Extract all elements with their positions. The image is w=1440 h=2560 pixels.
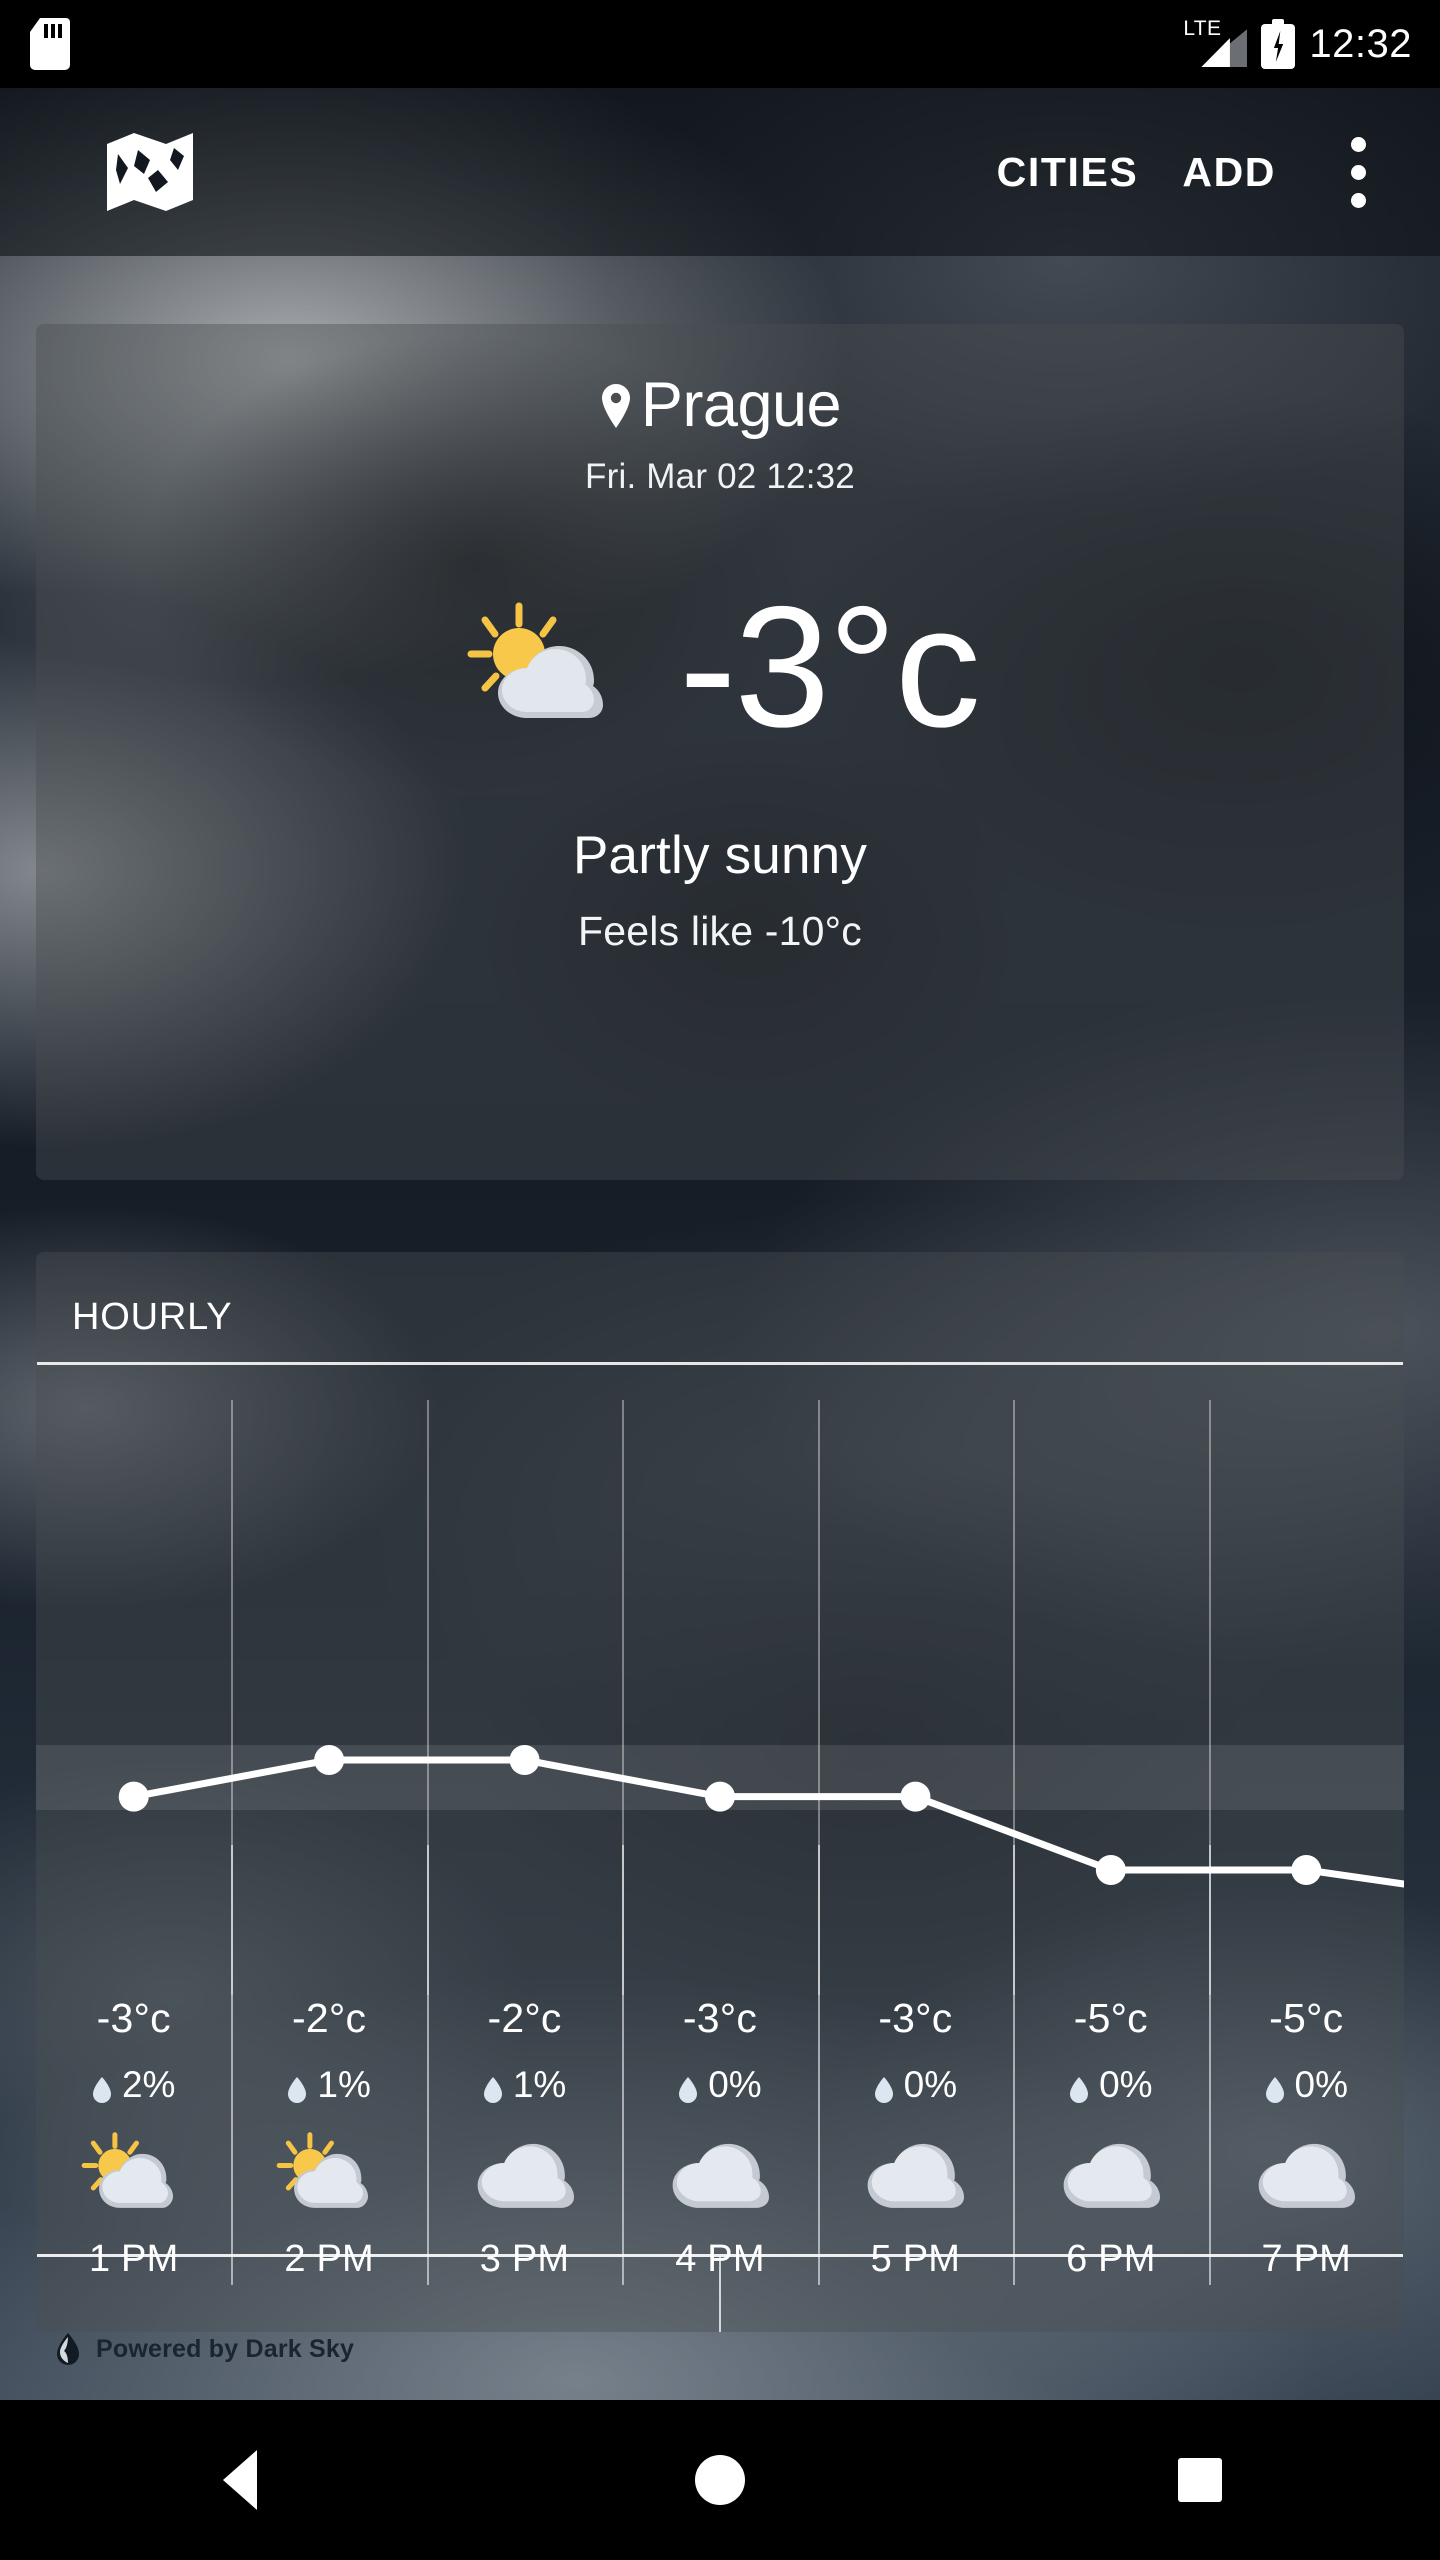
app-root: LTE 12:32 CITIES ADD: [0, 0, 1440, 2560]
hourly-temperature: -2°c: [292, 1995, 366, 2042]
hourly-temperature: -3°c: [97, 1995, 171, 2042]
status-bar: LTE 12:32: [0, 0, 1440, 88]
chart-point: [314, 1745, 344, 1775]
current-datetime: Fri. Mar 02 12:32: [36, 457, 1404, 497]
cloudy-icon: [666, 2130, 774, 2216]
current-temp-row: -3°c: [36, 581, 1404, 753]
status-bar-clock: 12:32: [1309, 22, 1412, 67]
home-circle-icon[interactable]: [645, 2400, 795, 2560]
water-drop-icon: [1069, 2071, 1089, 2099]
navigation-bar: [0, 2400, 1440, 2560]
chart-point: [119, 1782, 149, 1812]
chart-point: [900, 1782, 930, 1812]
hourly-precipitation-value: 0%: [904, 2064, 957, 2106]
battery-charging-icon: [1261, 19, 1295, 69]
current-description: Partly sunny: [36, 825, 1404, 886]
chart-point: [1291, 1855, 1321, 1885]
hourly-card-footer: [37, 2254, 1403, 2332]
city-name: Prague: [641, 374, 841, 437]
dark-sky-drop-icon: [54, 2332, 82, 2366]
city-row: Prague: [36, 324, 1404, 437]
water-drop-icon: [678, 2071, 698, 2099]
water-drop-icon: [287, 2071, 307, 2099]
footer-cell-right[interactable]: [719, 2257, 1403, 2332]
attribution[interactable]: Powered by Dark Sky: [54, 2332, 354, 2366]
hourly-column[interactable]: -3°c 0% 5 PM: [818, 1995, 1013, 2285]
cloudy-icon: [861, 2130, 969, 2216]
hourly-temperature: -5°c: [1074, 1995, 1148, 2042]
hourly-precipitation-value: 0%: [708, 2064, 761, 2106]
hourly-precipitation: 1%: [287, 2064, 370, 2106]
attribution-text: Powered by Dark Sky: [96, 2335, 354, 2364]
water-drop-icon: [483, 2071, 503, 2099]
hourly-precipitation-value: 0%: [1295, 2064, 1348, 2106]
cities-button[interactable]: CITIES: [975, 149, 1161, 196]
hourly-temperature: -3°c: [878, 1995, 952, 2042]
hourly-temperature: -5°c: [1269, 1995, 1343, 2042]
cloudy-icon: [1057, 2130, 1165, 2216]
hourly-column[interactable]: -5°c 0% 6 PM: [1013, 1995, 1208, 2285]
hourly-precipitation: 0%: [1069, 2064, 1152, 2106]
hourly-precipitation: 0%: [874, 2064, 957, 2106]
hourly-column[interactable]: -3°c 2% 1 PM: [36, 1995, 231, 2285]
add-button[interactable]: ADD: [1160, 149, 1298, 196]
chart-line: [134, 1760, 1404, 1884]
hourly-column[interactable]: -5°c 0% 7 PM: [1209, 1995, 1404, 2285]
hourly-column[interactable]: -2°c 1% 2 PM: [231, 1995, 426, 2285]
status-bar-left: [0, 18, 70, 70]
feels-like-text: Feels like -10°c: [36, 908, 1404, 955]
chart-point: [705, 1782, 735, 1812]
hourly-card[interactable]: HOURLY -3°c 2% 1 PM-2°c 1% 2 PM-2°c 1% 3…: [36, 1252, 1404, 2332]
status-bar-right: LTE 12:32: [1185, 19, 1440, 69]
more-vertical-icon[interactable]: [1322, 124, 1394, 220]
sd-card-icon: [30, 18, 70, 70]
app-bar-actions: CITIES ADD: [975, 124, 1440, 220]
app-bar: CITIES ADD: [0, 88, 1440, 256]
hourly-column[interactable]: -3°c 0% 4 PM: [622, 1995, 817, 2285]
chart-point: [510, 1745, 540, 1775]
water-drop-icon: [874, 2071, 894, 2099]
hourly-precipitation-value: 2%: [122, 2064, 175, 2106]
signal-bars-icon: LTE: [1185, 19, 1247, 69]
hourly-temperature: -2°c: [487, 1995, 561, 2042]
partly-sunny-icon: [80, 2130, 188, 2216]
current-weather-card[interactable]: Prague Fri. Mar 02 12:32 -3: [36, 324, 1404, 1180]
cloudy-icon: [471, 2130, 579, 2216]
water-drop-icon: [1265, 2071, 1285, 2099]
partly-sunny-icon: [275, 2130, 383, 2216]
hourly-precipitation: 0%: [1265, 2064, 1348, 2106]
footer-cell-left[interactable]: [37, 2257, 719, 2332]
temperature-line-chart: [36, 1365, 1404, 1995]
hourly-precipitation-value: 1%: [317, 2064, 370, 2106]
cloudy-icon: [1252, 2130, 1360, 2216]
back-triangle-icon[interactable]: [165, 2400, 315, 2560]
hourly-precipitation-value: 1%: [513, 2064, 566, 2106]
partly-sunny-icon: [461, 600, 621, 735]
location-pin-icon: [599, 383, 633, 429]
hourly-columns: -3°c 2% 1 PM-2°c 1% 2 PM-2°c 1% 3 PM-3°c…: [36, 1995, 1404, 2285]
hourly-column[interactable]: -2°c 1% 3 PM: [427, 1995, 622, 2285]
hourly-precipitation: 2%: [92, 2064, 175, 2106]
hourly-precipitation: 1%: [483, 2064, 566, 2106]
current-temperature: -3°c: [679, 581, 979, 753]
hourly-chart: [36, 1365, 1404, 1995]
hourly-temperature: -3°c: [683, 1995, 757, 2042]
hourly-precipitation-value: 0%: [1099, 2064, 1152, 2106]
map-icon[interactable]: [104, 130, 196, 214]
hourly-title: HOURLY: [36, 1252, 1404, 1339]
hourly-precipitation: 0%: [678, 2064, 761, 2106]
recents-square-icon[interactable]: [1125, 2400, 1275, 2560]
water-drop-icon: [92, 2071, 112, 2099]
chart-point: [1096, 1855, 1126, 1885]
